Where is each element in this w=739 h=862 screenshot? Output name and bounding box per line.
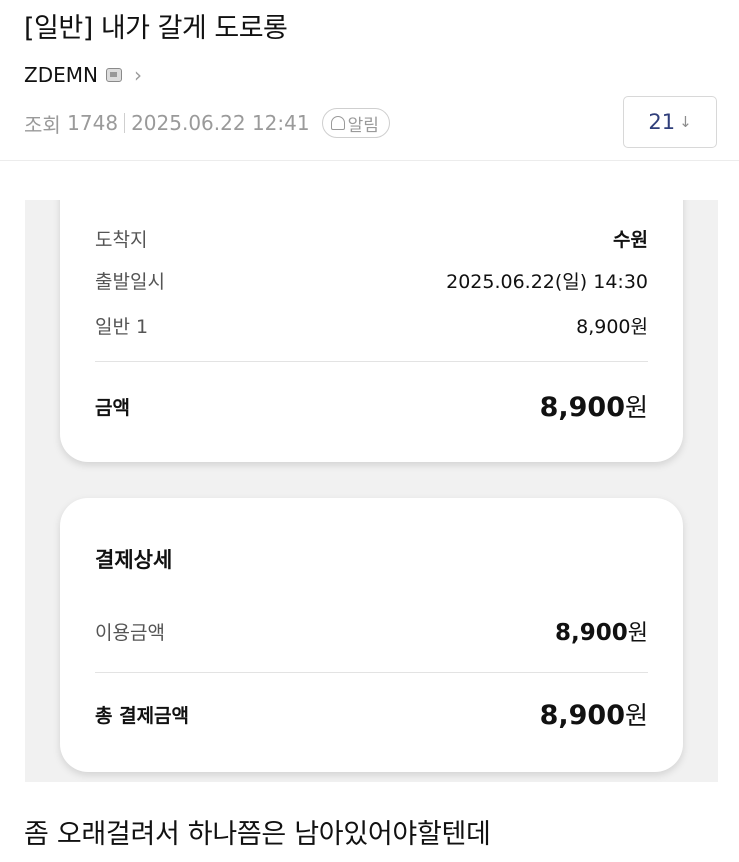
row-value: 2025.06.22(일) 14:30 bbox=[446, 271, 648, 293]
post-title: [일반] 내가 갈게 도로롱 bbox=[24, 13, 288, 44]
payment-total-row: 총 결제금액 8,900원 bbox=[95, 696, 648, 732]
usage-label: 이용금액 bbox=[95, 621, 165, 644]
payment-title: 결제상세 bbox=[95, 548, 173, 572]
total-amount: 8,900 bbox=[539, 392, 625, 423]
alarm-label: 알림 bbox=[347, 115, 379, 136]
author-name[interactable]: ZDEMN bbox=[24, 63, 98, 87]
ticket-row-fare: 일반 1 8,900원 bbox=[95, 312, 648, 339]
meta-divider bbox=[124, 113, 126, 133]
payment-divider bbox=[95, 672, 648, 673]
total-value: 8,900원 bbox=[540, 388, 648, 424]
comment-count: 21 bbox=[648, 110, 676, 134]
bell-icon bbox=[330, 116, 345, 130]
post-body-text: 좀 오래걸려서 하나쯤은 남아있어야할텐데 bbox=[24, 819, 491, 850]
embedded-screenshot: 도착지 수원 출발일시 2025.06.22(일) 14:30 일반 1 8,9… bbox=[25, 200, 718, 782]
ticket-card: 도착지 수원 출발일시 2025.06.22(일) 14:30 일반 1 8,9… bbox=[60, 200, 683, 462]
row-value: 8,900원 bbox=[576, 316, 648, 338]
row-label: 도착지 bbox=[95, 229, 148, 251]
row-label: 일반 1 bbox=[95, 316, 149, 338]
author-link[interactable]: ZDEMN › bbox=[24, 63, 142, 87]
payment-total-label: 총 결제금액 bbox=[95, 704, 190, 727]
comment-count-button[interactable]: 21 ↓ bbox=[623, 96, 717, 148]
ticket-total-row: 금액 8,900원 bbox=[95, 388, 648, 424]
ticket-divider bbox=[95, 361, 648, 362]
header-divider bbox=[0, 160, 739, 161]
row-value: 수원 bbox=[613, 229, 648, 251]
arrow-down-icon: ↓ bbox=[679, 113, 692, 131]
row-label: 출발일시 bbox=[95, 271, 165, 293]
currency-unit: 원 bbox=[627, 621, 648, 646]
alarm-button[interactable]: 알림 bbox=[321, 108, 390, 138]
views-label: 조회 bbox=[24, 112, 61, 137]
currency-unit: 원 bbox=[624, 701, 648, 730]
image-badge-icon bbox=[105, 68, 122, 82]
ticket-row-departure: 출발일시 2025.06.22(일) 14:30 bbox=[95, 267, 648, 294]
post-datetime: 2025.06.22 12:41 bbox=[131, 111, 310, 135]
post-meta: 조회 1748 2025.06.22 12:41 알림 bbox=[24, 108, 390, 138]
total-label: 금액 bbox=[95, 396, 130, 419]
payment-details-card: 결제상세 이용금액 8,900원 총 결제금액 8,900원 bbox=[60, 498, 683, 772]
usage-value: 8,900원 bbox=[555, 615, 648, 647]
payment-total-amount: 8,900 bbox=[539, 700, 625, 731]
usage-amount: 8,900 bbox=[554, 620, 628, 646]
usage-amount-row: 이용금액 8,900원 bbox=[95, 615, 648, 647]
chevron-right-icon[interactable]: › bbox=[134, 63, 142, 87]
currency-unit: 원 bbox=[624, 393, 648, 422]
ticket-row-destination: 도착지 수원 bbox=[95, 225, 648, 252]
views-count: 1748 bbox=[67, 111, 119, 135]
payment-total-value: 8,900원 bbox=[540, 696, 648, 732]
